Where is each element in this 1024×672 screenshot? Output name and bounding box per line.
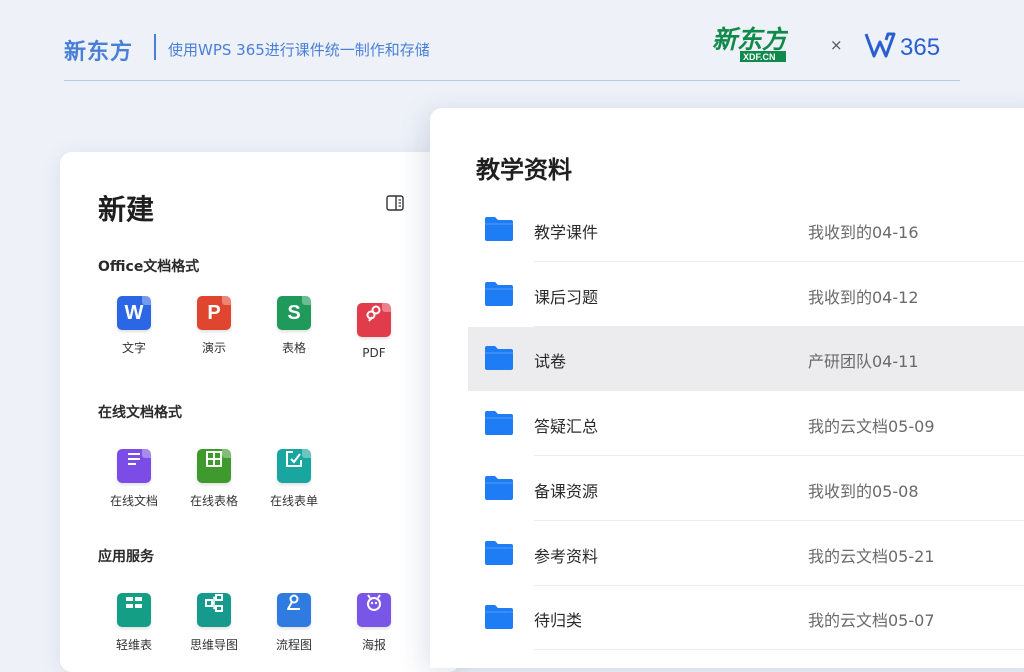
folder-meta: 我收到的04-12 [808, 287, 919, 307]
wps-spreadsheet-icon: S [277, 296, 311, 330]
panel-toggle-icon[interactable] [386, 195, 404, 211]
file-list-panel: 教学资料 教学课件 我收到的04-16 课后习题 我收到的04-12 试卷 产研团队04-… [430, 108, 1024, 668]
folder-row[interactable]: 参考资料 我的云文档05-21 [468, 522, 1024, 586]
new-presentation-tile[interactable]: P 演示 [182, 296, 246, 356]
tile-label: 在线表单 [269, 494, 318, 508]
new-online-sheet-tile[interactable]: 在线表格 [182, 442, 246, 509]
folder-meta: 产研团队04-11 [808, 352, 919, 372]
folder-title: 教学资料 [476, 156, 572, 184]
wps-writer-icon: W [117, 296, 151, 330]
folder-icon [485, 346, 513, 371]
tile-label: 思维导图 [189, 638, 238, 652]
new-online-form-tile[interactable]: 在线表单 [262, 442, 326, 509]
wps365-logo: 365 [864, 32, 940, 61]
folder-meta: 我的云文档05-07 [808, 611, 935, 631]
folder-name: 答疑汇总 [534, 417, 599, 437]
section-title-services: 应用服务 [98, 549, 154, 565]
folder-meta: 我收到的05-08 [808, 481, 919, 501]
tile-label: 在线表格 [189, 494, 238, 508]
folder-meta: 我的云文档05-21 [808, 546, 935, 566]
pdf-icon [357, 303, 391, 337]
new-online-document-tile[interactable]: 在线文档 [102, 442, 166, 509]
folder-name: 教学课件 [534, 223, 599, 242]
panel-title: 新建 [98, 193, 155, 226]
folder-row[interactable]: 教学课件 我收到的04-16 [468, 198, 1024, 262]
folder-name: 课后习题 [534, 287, 599, 307]
folder-meta: 我收到的04-16 [808, 223, 919, 242]
folder-name: 待归类 [534, 611, 583, 631]
new-poster-tile[interactable]: 海报 [342, 586, 406, 653]
folder-row[interactable]: 答疑汇总 我的云文档05-09 [468, 392, 1024, 457]
folder-row[interactable]: 试卷 产研团队04-11 [468, 327, 1024, 392]
xdf-logo-sub: XDF.CN [743, 52, 776, 62]
wps365-logo-text: 365 [900, 34, 940, 61]
mind-map-icon [197, 593, 231, 627]
online-document-icon [117, 449, 151, 483]
poster-icon [357, 593, 391, 627]
folder-icon [485, 411, 513, 436]
collab-times-icon: × [830, 36, 843, 54]
header: 新东方 使用WPS 365进行课件统一制作和存储 新东方 XDF.CN × 36… [64, 25, 960, 81]
tile-label: 表格 [281, 341, 306, 355]
flowchart-icon [277, 593, 311, 627]
folder-icon [485, 605, 513, 630]
tile-label: 在线文档 [109, 494, 158, 508]
folder-meta: 我的云文档05-09 [808, 417, 935, 437]
folder-icon [485, 475, 513, 500]
folder-icon [485, 281, 513, 306]
tile-label: 轻维表 [115, 638, 152, 652]
tile-label: PDF [362, 346, 386, 360]
brand-name: 新东方 [64, 40, 134, 65]
xdf-logo-text: 新东方 [712, 25, 788, 54]
folder-icon [485, 540, 513, 565]
new-document-panel: 新建 Office文档格式 W 文字 P 演示 S 表格 PDF 在线文档格式 … [60, 152, 460, 672]
new-mind-map-tile[interactable]: 思维导图 [182, 586, 246, 653]
new-writer-tile[interactable]: W 文字 [102, 296, 166, 356]
section-title-office: Office文档格式 [98, 259, 200, 275]
folder-name: 试卷 [534, 352, 567, 372]
tile-label: 海报 [361, 638, 386, 652]
tile-label: 演示 [201, 341, 226, 355]
online-sheet-icon [197, 449, 231, 483]
wps-presentation-icon: P [197, 296, 231, 330]
folder-icon [485, 217, 513, 241]
brand-separator [154, 34, 156, 60]
folder-name: 参考资料 [534, 546, 599, 566]
row-divider [534, 649, 1024, 651]
new-light-table-tile[interactable]: 轻维表 [102, 586, 166, 653]
folder-row[interactable]: 待归类 我的云文档05-07 [468, 586, 1024, 651]
tile-label: 流程图 [275, 638, 312, 652]
header-subtitle: 使用WPS 365进行课件统一制作和存储 [168, 41, 430, 59]
light-table-icon [117, 593, 151, 627]
tile-label: 文字 [121, 341, 146, 355]
folder-row[interactable]: 课后习题 我收到的04-12 [468, 263, 1024, 327]
new-spreadsheet-tile[interactable]: S 表格 [262, 296, 326, 356]
new-flowchart-tile[interactable]: 流程图 [262, 586, 326, 653]
new-pdf-tile[interactable]: PDF [342, 296, 406, 360]
xdf-logo: 新东方 XDF.CN [712, 25, 788, 62]
section-title-online: 在线文档格式 [98, 405, 182, 421]
online-form-icon [277, 449, 311, 483]
folder-name: 备课资源 [534, 481, 599, 501]
folder-row[interactable]: 备课资源 我收到的05-08 [468, 457, 1024, 521]
